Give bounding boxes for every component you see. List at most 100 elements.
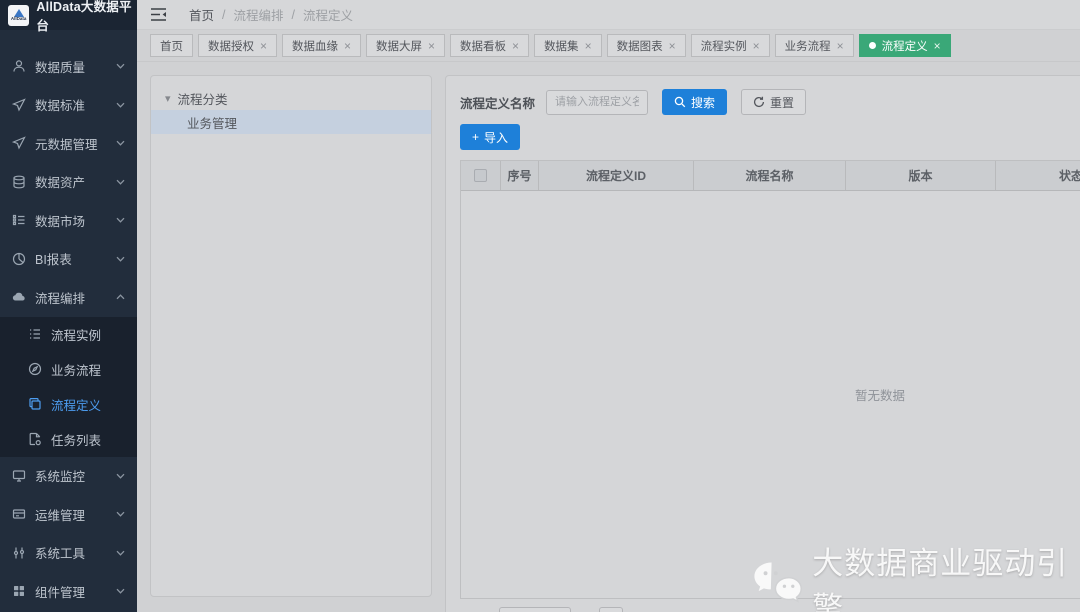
dashboard-icon <box>11 251 26 266</box>
database-icon <box>11 174 26 189</box>
search-icon <box>674 96 686 108</box>
sidebar-item-bi-report[interactable]: BI报表 <box>0 240 137 279</box>
sidebar-item-business-process[interactable]: 业务流程 <box>0 352 137 387</box>
tab-business-process[interactable]: 业务流程× <box>775 34 854 57</box>
top-bar: 首页 / 流程编排 / 流程定义 <box>137 0 1080 30</box>
tab-label: 数据图表 <box>617 38 663 54</box>
sidebar-item-label: 流程定义 <box>51 395 101 414</box>
list-icon <box>11 213 26 228</box>
chevron-down-icon <box>116 140 125 146</box>
send-icon <box>11 136 26 151</box>
sidebar-item-task-list[interactable]: 任务列表 <box>0 422 137 457</box>
main-area: 首页 / 流程编排 / 流程定义 首页 数据授权× 数据血缘× 数据大屏× 数据… <box>137 0 1080 612</box>
sidebar-collapse-icon[interactable] <box>150 7 167 22</box>
search-button[interactable]: 搜索 <box>662 89 727 115</box>
sidebar-menu-bottom: 系统监控 运维管理 系统工具 组件管理 <box>0 457 137 611</box>
close-icon[interactable]: × <box>512 40 519 52</box>
tab-home[interactable]: 首页 <box>150 34 193 57</box>
table-empty-body: 暂无数据 <box>461 191 1080 598</box>
server-icon <box>11 507 26 522</box>
sidebar-item-process-instance[interactable]: 流程实例 <box>0 317 137 352</box>
logo-text: AllData <box>11 17 27 22</box>
breadcrumb-process-orchestration[interactable]: 流程编排 <box>234 5 284 24</box>
sidebar-item-process-orchestration[interactable]: 流程编排 <box>0 278 137 317</box>
refresh-icon <box>753 96 765 108</box>
close-icon[interactable]: × <box>934 40 941 52</box>
close-icon[interactable]: × <box>669 40 676 52</box>
sidebar-item-data-standard[interactable]: 数据标准 <box>0 86 137 125</box>
table-header-index: 序号 <box>501 161 539 190</box>
close-icon[interactable]: × <box>585 40 592 52</box>
sidebar-item-component-management[interactable]: 组件管理 <box>0 572 137 611</box>
tab-process-definition[interactable]: 流程定义 × <box>859 34 951 57</box>
tree-node-business-management[interactable]: 业务管理 <box>151 110 431 134</box>
chevron-down-icon <box>116 217 125 223</box>
tree-root-process-category[interactable]: ▾ 流程分类 <box>151 86 431 110</box>
app-logo[interactable]: AllData AllData大数据平台 <box>0 0 137 30</box>
close-icon[interactable]: × <box>344 40 351 52</box>
tab-data-screen[interactable]: 数据大屏× <box>366 34 445 57</box>
sidebar-item-label: 数据质量 <box>35 57 85 76</box>
chevron-down-icon <box>116 256 125 262</box>
chevron-down-icon <box>116 179 125 185</box>
table-header-status: 状态 <box>996 161 1080 190</box>
cloud-icon <box>11 290 26 305</box>
sidebar-item-data-market[interactable]: 数据市场 <box>0 201 137 240</box>
close-icon[interactable]: × <box>753 40 760 52</box>
app-title: AllData大数据平台 <box>36 0 137 34</box>
sidebar-item-label: 系统工具 <box>35 543 85 562</box>
reset-button-label: 重置 <box>770 94 794 111</box>
task-icon <box>27 432 42 447</box>
sidebar-item-system-monitor[interactable]: 系统监控 <box>0 457 137 496</box>
chevron-down-icon <box>116 511 125 517</box>
tab-data-chart[interactable]: 数据图表 × <box>607 34 686 57</box>
sidebar-item-data-assets[interactable]: 数据资产 <box>0 163 137 202</box>
tree-root-label: 流程分类 <box>178 89 228 108</box>
search-button-label: 搜索 <box>691 94 715 111</box>
select-all-checkbox[interactable] <box>474 169 487 182</box>
breadcrumb-home[interactable]: 首页 <box>189 5 214 24</box>
process-category-panel: ▾ 流程分类 业务管理 <box>150 75 432 597</box>
sidebar-item-metadata[interactable]: 元数据管理 <box>0 124 137 163</box>
sidebar-item-label: 流程编排 <box>35 288 85 307</box>
tab-bar: 首页 数据授权× 数据血缘× 数据大屏× 数据看板 × 数据集 × 数据图表 × 流程… <box>137 30 1080 62</box>
table-header-checkbox <box>461 161 501 190</box>
process-definition-name-input[interactable] <box>546 90 648 115</box>
tab-data-board[interactable]: 数据看板 × <box>450 34 529 57</box>
sidebar-item-label: 流程实例 <box>51 325 101 344</box>
table-header-definition-id: 流程定义ID <box>539 161 694 190</box>
sidebar-item-label: 系统监控 <box>35 466 85 485</box>
tab-process-instance[interactable]: 流程实例× <box>691 34 770 57</box>
import-button[interactable]: + 导入 <box>460 124 520 150</box>
tab-label: 数据看板 <box>460 38 506 54</box>
tab-label: 数据集 <box>544 38 579 54</box>
tab-label: 流程定义 <box>882 38 928 54</box>
chevron-down-icon <box>116 550 125 556</box>
page-number-button[interactable]: 1 <box>599 607 623 612</box>
breadcrumb-current: 流程定义 <box>303 5 353 24</box>
sidebar-item-system-tools[interactable]: 系统工具 <box>0 534 137 573</box>
sidebar-item-process-definition[interactable]: 流程定义 <box>0 387 137 422</box>
tab-data-authorization[interactable]: 数据授权× <box>198 34 277 57</box>
tree-node-label: 业务管理 <box>187 113 237 132</box>
sidebar-item-data-quality[interactable]: 数据质量 <box>0 47 137 86</box>
process-definition-table: 序号 流程定义ID 流程名称 版本 状态 暂无数据 <box>460 160 1080 599</box>
close-icon[interactable]: × <box>428 40 435 52</box>
reset-button[interactable]: 重置 <box>741 89 806 115</box>
process-definition-panel: 流程定义名称 搜索 重置 + 导入 <box>445 75 1080 612</box>
sidebar-item-label: 元数据管理 <box>35 134 98 153</box>
close-icon[interactable]: × <box>260 40 267 52</box>
pagination-bar: 共0条 10条/页 ‹ 1 › <box>460 607 1080 612</box>
sidebar-item-label: 数据资产 <box>35 172 85 191</box>
content-area: ▾ 流程分类 业务管理 流程定义名称 搜索 重置 <box>137 62 1080 612</box>
sidebar-item-ops-management[interactable]: 运维管理 <box>0 495 137 534</box>
page-size-select[interactable]: 10条/页 <box>499 607 572 612</box>
list-icon <box>27 327 42 342</box>
sidebar-item-label: 数据市场 <box>35 211 85 230</box>
breadcrumb-separator: / <box>222 8 225 22</box>
sidebar-item-label: 组件管理 <box>35 582 85 601</box>
tab-label: 首页 <box>160 38 183 54</box>
tab-data-lineage[interactable]: 数据血缘× <box>282 34 361 57</box>
tab-dataset[interactable]: 数据集 × <box>534 34 602 57</box>
close-icon[interactable]: × <box>837 40 844 52</box>
